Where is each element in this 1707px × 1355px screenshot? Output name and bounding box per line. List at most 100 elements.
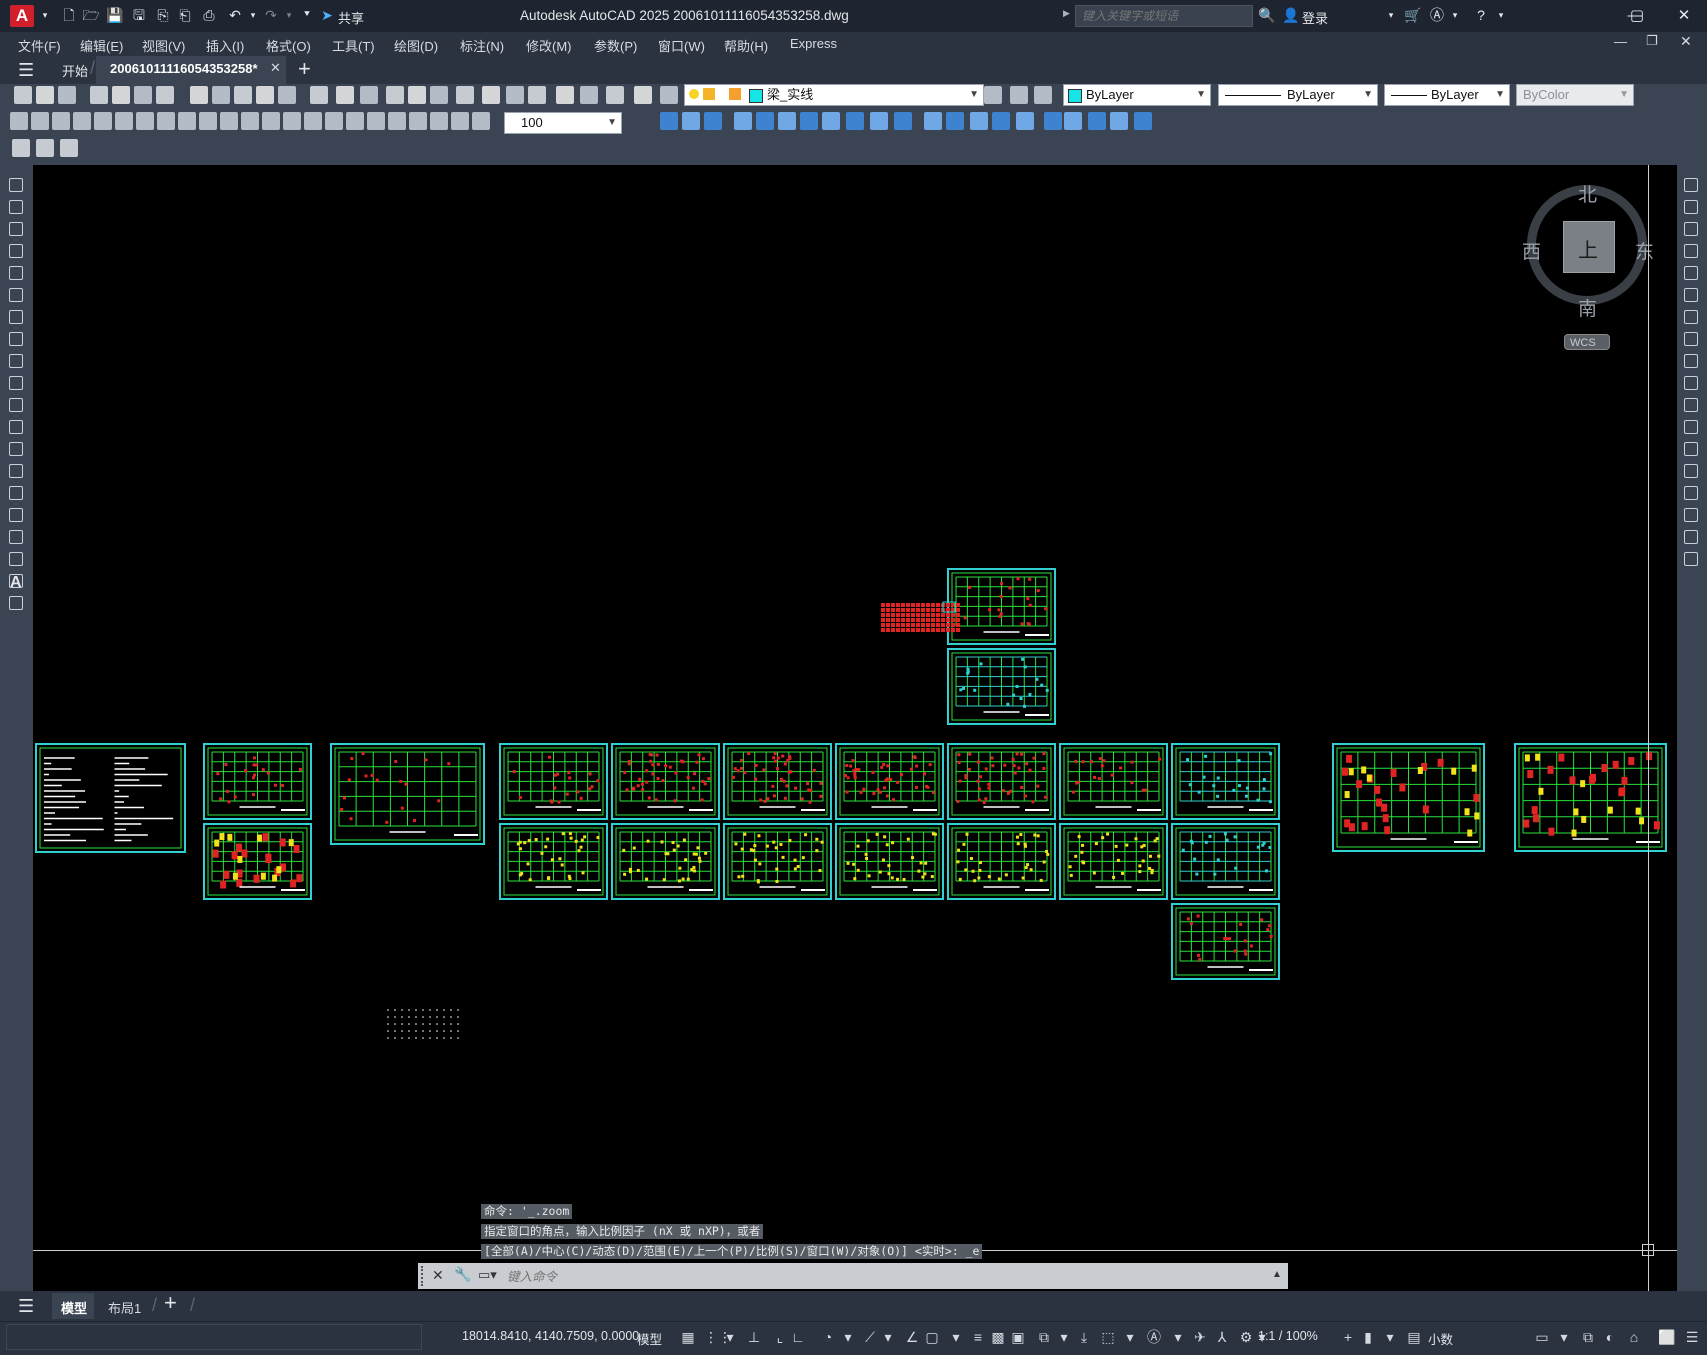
menu-edit[interactable]: 编辑(E) xyxy=(80,36,123,55)
open-folder-icon[interactable]: 🗁 xyxy=(82,6,100,24)
modify-tool-3-icon[interactable] xyxy=(704,112,722,130)
modify-palette-tool-14-icon[interactable] xyxy=(1684,464,1698,478)
status-toggle-6-icon[interactable]: ∟ xyxy=(790,1329,806,1345)
web-save-icon[interactable]: ⎗ xyxy=(176,6,194,24)
layer-dropdown[interactable]: 梁_实线 ▼ xyxy=(684,84,984,106)
modify-palette-tool-6-icon[interactable] xyxy=(1684,288,1698,302)
viewcube-south[interactable]: 南 xyxy=(1578,294,1597,321)
help-search-input[interactable] xyxy=(1075,5,1253,27)
modify-palette-tool-13-icon[interactable] xyxy=(1684,442,1698,456)
standard-tool-6-icon[interactable] xyxy=(134,86,152,104)
dimension-tool-8-icon[interactable] xyxy=(157,112,175,130)
status-toggle-8-icon[interactable]: ▾ xyxy=(840,1329,856,1345)
modify-tool-4-icon[interactable] xyxy=(734,112,752,130)
dimension-tool-6-icon[interactable] xyxy=(115,112,133,130)
menu-modify[interactable]: 修改(M) xyxy=(526,36,572,55)
draw-tool-8-icon[interactable] xyxy=(9,332,23,346)
add-layout-plus-icon[interactable]: + xyxy=(164,1290,177,1316)
modify-palette-tool-2-icon[interactable] xyxy=(1684,200,1698,214)
modify-tool-5-icon[interactable] xyxy=(756,112,774,130)
standard-tool-25-icon[interactable] xyxy=(606,86,624,104)
modify-tool-18-icon[interactable] xyxy=(1064,112,1082,130)
draw-tool-9-icon[interactable] xyxy=(9,354,23,368)
modify-tool-2-icon[interactable] xyxy=(682,112,700,130)
dimension-tool-4-icon[interactable] xyxy=(73,112,91,130)
status-toggle-4-icon[interactable]: ⊥ xyxy=(746,1329,762,1345)
coordinates-readout[interactable]: 18014.8410, 4140.7509, 0.0000 xyxy=(462,1329,639,1343)
command-line-grip[interactable] xyxy=(421,1266,427,1286)
status-toggle-32-icon[interactable]: ▭ xyxy=(1534,1329,1550,1345)
status-toggle-18-icon[interactable]: ▾ xyxy=(1056,1329,1072,1345)
menu-format[interactable]: 格式(O) xyxy=(266,36,311,55)
draw-tool-4-icon[interactable] xyxy=(9,244,23,258)
standard-tool-9-icon[interactable] xyxy=(212,86,230,104)
draw-tool-3-icon[interactable] xyxy=(9,222,23,236)
status-toggle-28-icon[interactable]: + xyxy=(1340,1329,1356,1345)
standard-tool-26-icon[interactable] xyxy=(634,86,652,104)
redo-icon[interactable]: ↷ xyxy=(262,6,280,24)
standard-tool-10-icon[interactable] xyxy=(234,86,252,104)
modify-palette-tool-12-icon[interactable] xyxy=(1684,420,1698,434)
draw-tool-11-icon[interactable] xyxy=(9,398,23,412)
modify-palette-tool-9-icon[interactable] xyxy=(1684,354,1698,368)
standard-tool-14-icon[interactable] xyxy=(336,86,354,104)
draw-tool-5-icon[interactable] xyxy=(9,266,23,280)
modify-palette-tool-10-icon[interactable] xyxy=(1684,376,1698,390)
dimension-tool-18-icon[interactable] xyxy=(367,112,385,130)
status-toggle-1-icon[interactable]: ▦ xyxy=(680,1329,696,1345)
dimension-tool-5-icon[interactable] xyxy=(94,112,112,130)
draw-tool-16-icon[interactable] xyxy=(9,508,23,522)
help-dropdown-icon[interactable]: ▾ xyxy=(1492,6,1510,24)
web-open-icon[interactable]: ⎘ xyxy=(154,6,172,24)
close-window-icon[interactable]: ✕ xyxy=(1664,4,1704,28)
tab-close-icon[interactable]: ✕ xyxy=(270,60,281,76)
modify-tool-11-icon[interactable] xyxy=(894,112,912,130)
status-toggle-25-icon[interactable]: ⅄ xyxy=(1214,1329,1230,1345)
modify-tool-13-icon[interactable] xyxy=(946,112,964,130)
cart-icon[interactable]: 🛒 xyxy=(1404,6,1422,24)
share-icon[interactable]: ➤ xyxy=(318,6,336,24)
plot-icon[interactable]: ⎙ xyxy=(200,6,218,24)
tab-start[interactable]: 开始 xyxy=(62,61,88,80)
menu-tools[interactable]: 工具(T) xyxy=(332,36,375,55)
status-toggle-15-icon[interactable]: ▩ xyxy=(990,1329,1006,1345)
viewcube-north[interactable]: 北 xyxy=(1578,180,1597,207)
modify-palette-tool-8-icon[interactable] xyxy=(1684,332,1698,346)
dimension-tool-16-icon[interactable] xyxy=(325,112,343,130)
status-toggle-33-icon[interactable]: ▾ xyxy=(1556,1329,1572,1345)
plotstyle-dropdown[interactable]: ByColor ▼ xyxy=(1516,84,1634,106)
status-toggle-37-icon[interactable]: ⬜ xyxy=(1658,1329,1675,1345)
dimension-tool-11-icon[interactable] xyxy=(220,112,238,130)
dimension-scale-dropdown[interactable]: 100 ▼ xyxy=(504,112,622,134)
status-toggle-35-icon[interactable]: ◐ xyxy=(1602,1329,1618,1345)
status-toggle-31-icon[interactable]: ▤ xyxy=(1406,1329,1422,1345)
status-toggle-13-icon[interactable]: ▾ xyxy=(948,1329,964,1345)
draw-tool-20-icon[interactable] xyxy=(9,596,23,610)
save-icon[interactable]: 💾 xyxy=(106,6,124,24)
dimension-tool-14-icon[interactable] xyxy=(283,112,301,130)
dimension-tool-22-icon[interactable] xyxy=(451,112,469,130)
express-tool-1-icon[interactable] xyxy=(12,139,30,157)
draw-tool-13-icon[interactable] xyxy=(9,442,23,456)
color-dropdown[interactable]: ByLayer ▼ xyxy=(1063,84,1211,106)
modify-palette-tool-11-icon[interactable] xyxy=(1684,398,1698,412)
viewcube-top-face[interactable]: 上 xyxy=(1563,221,1615,273)
status-toggle-17-icon[interactable]: ⧉ xyxy=(1036,1329,1052,1345)
dimension-tool-1-icon[interactable] xyxy=(10,112,28,130)
modify-tool-12-icon[interactable] xyxy=(924,112,942,130)
layout-menu-icon[interactable]: ☰ xyxy=(18,1296,34,1317)
status-toggle-27-icon[interactable]: ▾ xyxy=(1254,1329,1270,1345)
standard-tool-12-icon[interactable] xyxy=(278,86,296,104)
standard-tool-3-icon[interactable] xyxy=(58,86,76,104)
new-file-icon[interactable]: 🗋 xyxy=(60,6,78,24)
model-space-toggle[interactable]: 模型 xyxy=(637,1329,662,1348)
status-toggle-20-icon[interactable]: ⬚ xyxy=(1100,1329,1116,1345)
undo-dropdown-icon[interactable]: ▾ xyxy=(244,6,262,24)
modify-palette-tool-17-icon[interactable] xyxy=(1684,530,1698,544)
dimension-tool-21-icon[interactable] xyxy=(430,112,448,130)
status-toggle-12-icon[interactable]: ▢ xyxy=(924,1329,940,1345)
modify-tool-16-icon[interactable] xyxy=(1016,112,1034,130)
dimension-tool-15-icon[interactable] xyxy=(304,112,322,130)
menu-draw[interactable]: 绘图(D) xyxy=(394,36,438,55)
dimension-tool-3-icon[interactable] xyxy=(52,112,70,130)
